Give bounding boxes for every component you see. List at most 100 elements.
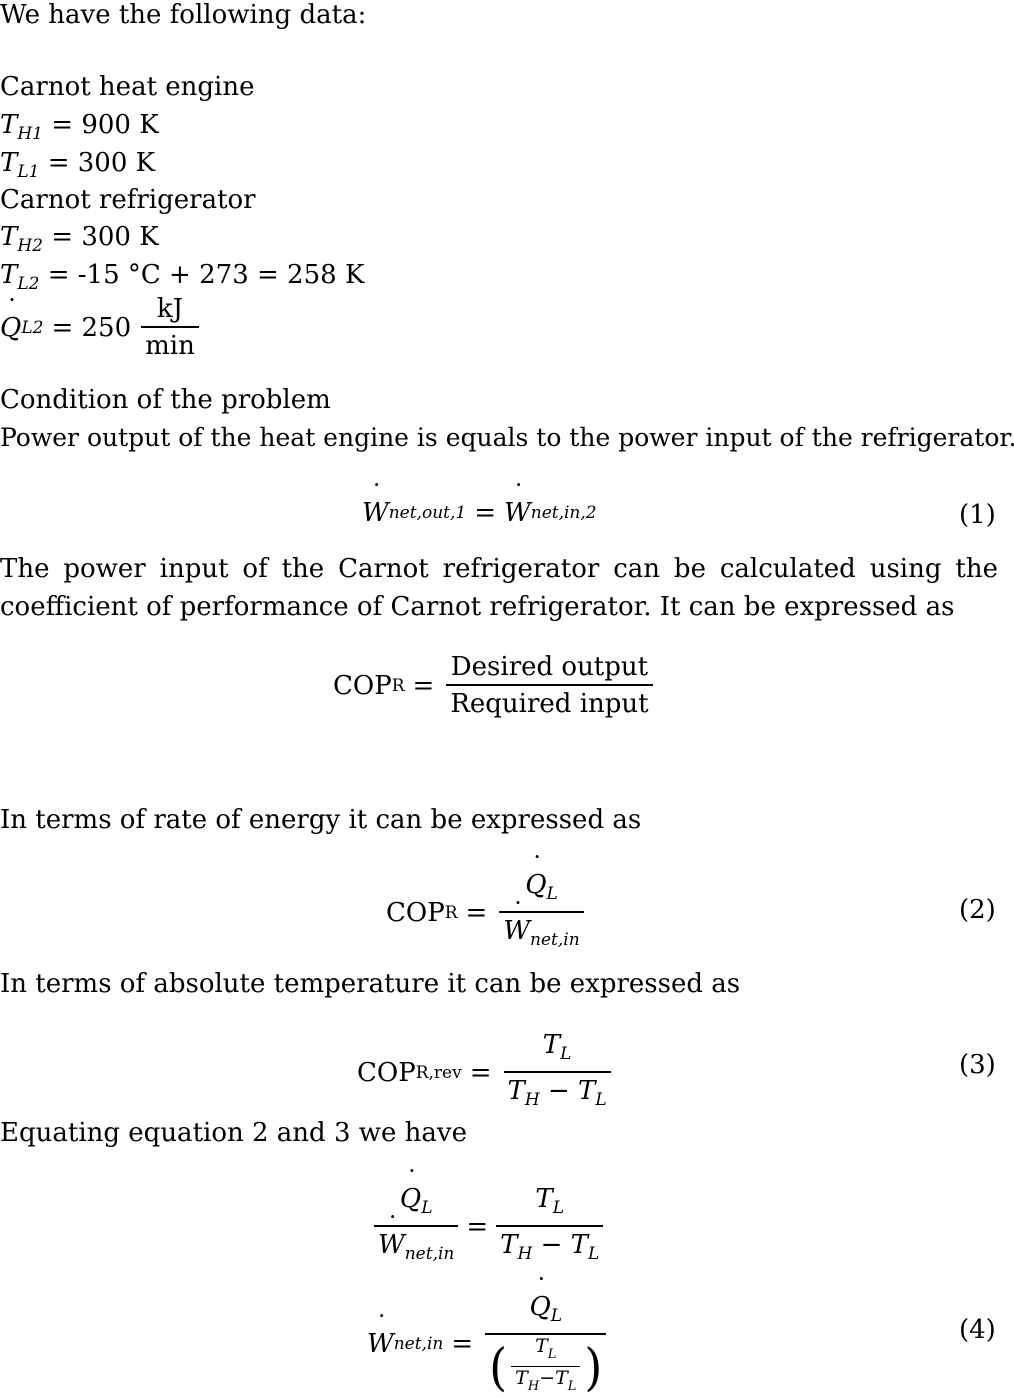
subscript: net,out,1 xyxy=(388,503,467,523)
value: = 300 K xyxy=(51,222,159,252)
equation-1: Wnet,out,1 = Wnet,in,2 xyxy=(362,498,597,528)
subscript: L xyxy=(421,1198,433,1218)
symbol: W xyxy=(367,1329,394,1359)
cop-label: COP xyxy=(386,898,445,928)
subscript: R xyxy=(391,676,405,696)
symbol: T xyxy=(535,1184,553,1214)
symbol: Q xyxy=(400,1182,421,1216)
fraction-right: TL TH − TL xyxy=(496,1182,604,1272)
minus: − xyxy=(539,1367,556,1389)
equals: = xyxy=(412,671,435,701)
equals: = xyxy=(469,1058,492,1088)
equation-3: COP R,rev = TL TH − TL xyxy=(357,1028,615,1118)
minus: − xyxy=(547,1076,570,1106)
subscript: L1 xyxy=(17,162,40,182)
fraction: QL ( TL TH−TL ) xyxy=(485,1290,607,1398)
subscript: L xyxy=(560,1044,572,1064)
paragraph-line-1: The power input of the Carnot refrigerat… xyxy=(0,554,998,584)
intro-text: We have the following data: xyxy=(0,0,367,30)
subscript: L2 xyxy=(17,274,40,294)
refrigerator-heading: Carnot refrigerator xyxy=(0,185,256,215)
symbol: T xyxy=(542,1030,561,1060)
symbol: T xyxy=(515,1367,528,1389)
subscript: L xyxy=(588,1244,600,1264)
th1-line: TH1 = 900 K xyxy=(0,110,159,149)
subscript: R,rev xyxy=(415,1063,462,1083)
fraction: TL TH − TL xyxy=(503,1028,611,1118)
paragraph-line-2: coefficient of performance of Carnot ref… xyxy=(0,592,955,622)
symbol: T xyxy=(507,1076,525,1106)
subscript: H xyxy=(517,1244,533,1264)
cop-definition-equation: COP R = Desired output Required input xyxy=(333,650,657,722)
symbol: Q xyxy=(0,313,21,343)
equals: = xyxy=(451,1329,474,1359)
symbol: T xyxy=(570,1230,589,1260)
left-paren: ( xyxy=(489,1336,508,1397)
symbol: T xyxy=(0,260,18,290)
subscript: H1 xyxy=(17,124,43,144)
equals: = xyxy=(474,498,497,528)
value: = 900 K xyxy=(51,110,159,140)
tl1-line: TL1 = 300 K xyxy=(0,148,155,187)
symbol: W xyxy=(378,1227,405,1263)
symbol: T xyxy=(0,222,18,252)
value: = -15 °C + 273 = 258 K xyxy=(47,260,365,290)
unit-numerator: kJ xyxy=(156,294,184,324)
equation-4: Wnet,in = QL ( TL TH−TL ) xyxy=(367,1290,610,1398)
unit-fraction: kJ min xyxy=(141,292,199,364)
subscript: H2 xyxy=(17,236,43,256)
symbol: T xyxy=(0,148,18,178)
symbol: T xyxy=(535,1335,548,1357)
subscript: net,in,2 xyxy=(530,503,597,523)
th2-line: TH2 = 300 K xyxy=(0,222,159,261)
symbol: T xyxy=(0,110,18,140)
symbol: W xyxy=(362,498,389,528)
cop-label: COP xyxy=(333,671,392,701)
right-paren: ) xyxy=(584,1336,603,1397)
cop-label: COP xyxy=(357,1058,416,1088)
numerator: Desired output xyxy=(450,652,649,682)
equation-number-2: (2) xyxy=(959,895,996,925)
equation-2: COPR = QL Wnet,in xyxy=(386,868,588,958)
subscript: R xyxy=(444,903,458,923)
symbol: T xyxy=(500,1230,518,1260)
symbol: W xyxy=(503,913,530,949)
subscript: H xyxy=(524,1090,540,1110)
equals: = xyxy=(465,898,488,928)
subscript: net,in xyxy=(530,930,580,950)
subscript: L xyxy=(547,1347,557,1362)
denominator: Required input xyxy=(446,684,653,722)
subscript: L xyxy=(567,1379,577,1394)
ql2-line: QL2 = 250 kJ min xyxy=(0,292,203,364)
subscript: L xyxy=(546,884,558,904)
symbol: Q xyxy=(529,1290,550,1324)
equation-number-3: (3) xyxy=(959,1050,996,1080)
fraction: QL Wnet,in xyxy=(499,868,584,958)
engine-heading: Carnot heat engine xyxy=(0,72,255,102)
symbol: W xyxy=(504,498,531,528)
symbol: T xyxy=(555,1367,568,1389)
equating-equation: QL Wnet,in = TL TH − TL xyxy=(370,1182,607,1272)
subscript: L xyxy=(552,1198,565,1218)
symbol: T xyxy=(578,1076,596,1106)
paragraph-temperature: In terms of absolute temperature it can … xyxy=(0,969,741,999)
unit-denominator: min xyxy=(141,326,199,364)
fraction: Desired output Required input xyxy=(446,650,653,722)
subscript: net,in xyxy=(404,1244,455,1264)
equals: = xyxy=(466,1212,489,1242)
equation-number-4: (4) xyxy=(959,1315,996,1345)
subscript: net,in xyxy=(393,1334,444,1354)
subscript: H xyxy=(527,1379,540,1394)
equation-number-1: (1) xyxy=(959,500,996,530)
value: = 250 xyxy=(51,313,132,343)
fraction-left: QL Wnet,in xyxy=(374,1182,459,1272)
minus: − xyxy=(540,1230,563,1260)
value: = 300 K xyxy=(47,148,156,178)
paragraph-equating: Equating equation 2 and 3 we have xyxy=(0,1118,467,1148)
subscript: L2 xyxy=(21,318,44,338)
symbol: Q xyxy=(525,868,546,902)
condition-heading: Condition of the problem xyxy=(0,385,331,415)
paragraph-rate: In terms of rate of energy it can be exp… xyxy=(0,805,642,835)
subscript: L xyxy=(595,1090,607,1110)
condition-text: Power output of the heat engine is equal… xyxy=(0,423,1014,452)
